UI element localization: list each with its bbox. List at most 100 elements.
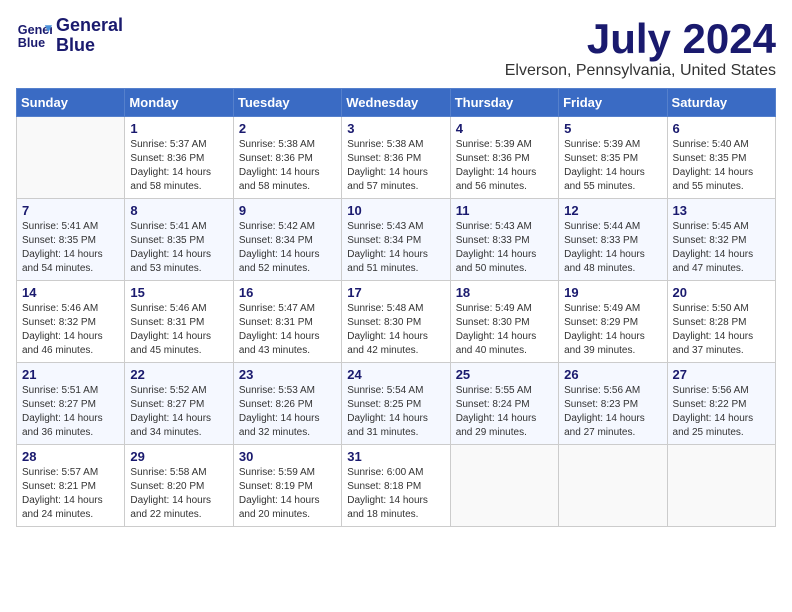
day-info: Sunrise: 5:45 AM Sunset: 8:32 PM Dayligh… [673, 220, 770, 276]
calendar-cell: 6 Sunrise: 5:40 AM Sunset: 8:35 PM Daylig… [667, 117, 775, 199]
calendar-cell: 8Sunrise: 5:41 AM Sunset: 8:35 PM Daylig… [125, 199, 233, 281]
header: General Blue General Blue July 2024 Elve… [16, 16, 776, 80]
day-info: Sunrise: 5:44 AM Sunset: 8:33 PM Dayligh… [564, 220, 661, 276]
day-info: Sunrise: 5:56 AM Sunset: 8:23 PM Dayligh… [564, 384, 661, 440]
day-info: Sunrise: 5:47 AM Sunset: 8:31 PM Dayligh… [239, 302, 336, 358]
calendar-header-row: SundayMondayTuesdayWednesdayThursdayFrid… [17, 89, 776, 117]
day-number: 11 [456, 203, 553, 218]
day-info: Sunrise: 5:43 AM Sunset: 8:33 PM Dayligh… [456, 220, 553, 276]
calendar-cell: 29Sunrise: 5:58 AM Sunset: 8:20 PM Dayli… [125, 445, 233, 527]
day-info: Sunrise: 5:46 AM Sunset: 8:31 PM Dayligh… [130, 302, 227, 358]
day-info: Sunrise: 5:38 AM Sunset: 8:36 PM Dayligh… [347, 138, 444, 194]
calendar-cell: 18 Sunrise: 5:49 AM Sunset: 8:30 PM Dayli… [450, 281, 558, 363]
day-number: 21 [22, 367, 119, 382]
calendar-table: SundayMondayTuesdayWednesdayThursdayFrid… [16, 88, 776, 527]
day-info: Sunrise: 5:50 AM Sunset: 8:28 PM Dayligh… [673, 302, 770, 358]
calendar-body: 1Sunrise: 5:37 AM Sunset: 8:36 PM Daylig… [17, 117, 776, 527]
day-info: Sunrise: 5:49 AM Sunset: 8:29 PM Dayligh… [564, 302, 661, 358]
logo: General Blue General Blue [16, 16, 123, 56]
calendar-cell: 4 Sunrise: 5:39 AM Sunset: 8:36 PM Daylig… [450, 117, 558, 199]
day-info: Sunrise: 5:37 AM Sunset: 8:36 PM Dayligh… [130, 138, 227, 194]
calendar-cell: 11 Sunrise: 5:43 AM Sunset: 8:33 PM Dayli… [450, 199, 558, 281]
calendar-cell [559, 445, 667, 527]
calendar-cell: 5 Sunrise: 5:39 AM Sunset: 8:35 PM Daylig… [559, 117, 667, 199]
calendar-cell: 13 Sunrise: 5:45 AM Sunset: 8:32 PM Dayli… [667, 199, 775, 281]
calendar-cell: 17Sunrise: 5:48 AM Sunset: 8:30 PM Dayli… [342, 281, 450, 363]
calendar-week-3: 14Sunrise: 5:46 AM Sunset: 8:32 PM Dayli… [17, 281, 776, 363]
header-cell-monday: Monday [125, 89, 233, 117]
day-info: Sunrise: 5:40 AM Sunset: 8:35 PM Dayligh… [673, 138, 770, 194]
day-number: 7 [22, 203, 119, 218]
day-info: Sunrise: 5:57 AM Sunset: 8:21 PM Dayligh… [22, 466, 119, 522]
calendar-cell: 20Sunrise: 5:50 AM Sunset: 8:28 PM Dayli… [667, 281, 775, 363]
day-info: Sunrise: 5:52 AM Sunset: 8:27 PM Dayligh… [130, 384, 227, 440]
day-info: Sunrise: 5:42 AM Sunset: 8:34 PM Dayligh… [239, 220, 336, 276]
day-number: 5 [564, 121, 661, 136]
day-number: 22 [130, 367, 227, 382]
day-info: Sunrise: 5:39 AM Sunset: 8:35 PM Dayligh… [564, 138, 661, 194]
calendar-cell: 30Sunrise: 5:59 AM Sunset: 8:19 PM Dayli… [233, 445, 341, 527]
day-info: Sunrise: 5:49 AM Sunset: 8:30 PM Dayligh… [456, 302, 553, 358]
calendar-cell: 26 Sunrise: 5:56 AM Sunset: 8:23 PM Dayli… [559, 363, 667, 445]
day-number: 28 [22, 449, 119, 464]
day-number: 14 [22, 285, 119, 300]
day-info: Sunrise: 5:41 AM Sunset: 8:35 PM Dayligh… [130, 220, 227, 276]
day-number: 9 [239, 203, 336, 218]
header-cell-sunday: Sunday [17, 89, 125, 117]
calendar-cell: 21 Sunrise: 5:51 AM Sunset: 8:27 PM Dayli… [17, 363, 125, 445]
day-number: 31 [347, 449, 444, 464]
day-number: 18 [456, 285, 553, 300]
day-number: 26 [564, 367, 661, 382]
day-number: 15 [130, 285, 227, 300]
calendar-cell: 28 Sunrise: 5:57 AM Sunset: 8:21 PM Dayli… [17, 445, 125, 527]
calendar-cell: 31 Sunrise: 6:00 AM Sunset: 8:18 PM Dayli… [342, 445, 450, 527]
svg-text:Blue: Blue [18, 36, 45, 50]
day-number: 6 [673, 121, 770, 136]
header-cell-tuesday: Tuesday [233, 89, 341, 117]
day-info: Sunrise: 5:43 AM Sunset: 8:34 PM Dayligh… [347, 220, 444, 276]
day-info: Sunrise: 5:38 AM Sunset: 8:36 PM Dayligh… [239, 138, 336, 194]
day-number: 13 [673, 203, 770, 218]
day-info: Sunrise: 5:56 AM Sunset: 8:22 PM Dayligh… [673, 384, 770, 440]
calendar-cell: 22 Sunrise: 5:52 AM Sunset: 8:27 PM Dayli… [125, 363, 233, 445]
header-cell-saturday: Saturday [667, 89, 775, 117]
calendar-week-2: 7 Sunrise: 5:41 AM Sunset: 8:35 PM Daylig… [17, 199, 776, 281]
location-title: Elverson, Pennsylvania, United States [505, 62, 776, 80]
day-number: 19 [564, 285, 661, 300]
logo-text: General Blue [56, 16, 123, 56]
calendar-cell: 12 Sunrise: 5:44 AM Sunset: 8:33 PM Dayli… [559, 199, 667, 281]
day-info: Sunrise: 5:53 AM Sunset: 8:26 PM Dayligh… [239, 384, 336, 440]
day-info: Sunrise: 6:00 AM Sunset: 8:18 PM Dayligh… [347, 466, 444, 522]
calendar-week-1: 1Sunrise: 5:37 AM Sunset: 8:36 PM Daylig… [17, 117, 776, 199]
calendar-week-5: 28 Sunrise: 5:57 AM Sunset: 8:21 PM Dayli… [17, 445, 776, 527]
calendar-cell: 24Sunrise: 5:54 AM Sunset: 8:25 PM Dayli… [342, 363, 450, 445]
day-number: 27 [673, 367, 770, 382]
calendar-cell: 15 Sunrise: 5:46 AM Sunset: 8:31 PM Dayli… [125, 281, 233, 363]
calendar-cell: 10 Sunrise: 5:43 AM Sunset: 8:34 PM Dayli… [342, 199, 450, 281]
day-number: 16 [239, 285, 336, 300]
calendar-cell: 9 Sunrise: 5:42 AM Sunset: 8:34 PM Daylig… [233, 199, 341, 281]
calendar-cell [17, 117, 125, 199]
calendar-week-4: 21 Sunrise: 5:51 AM Sunset: 8:27 PM Dayli… [17, 363, 776, 445]
calendar-cell: 1Sunrise: 5:37 AM Sunset: 8:36 PM Daylig… [125, 117, 233, 199]
day-info: Sunrise: 5:58 AM Sunset: 8:20 PM Dayligh… [130, 466, 227, 522]
calendar-cell: 3 Sunrise: 5:38 AM Sunset: 8:36 PM Daylig… [342, 117, 450, 199]
day-info: Sunrise: 5:59 AM Sunset: 8:19 PM Dayligh… [239, 466, 336, 522]
logo-icon: General Blue [16, 18, 52, 54]
day-info: Sunrise: 5:51 AM Sunset: 8:27 PM Dayligh… [22, 384, 119, 440]
day-info: Sunrise: 5:55 AM Sunset: 8:24 PM Dayligh… [456, 384, 553, 440]
calendar-cell [667, 445, 775, 527]
calendar-cell: 16 Sunrise: 5:47 AM Sunset: 8:31 PM Dayli… [233, 281, 341, 363]
calendar-cell [450, 445, 558, 527]
day-number: 10 [347, 203, 444, 218]
calendar-cell: 23Sunrise: 5:53 AM Sunset: 8:26 PM Dayli… [233, 363, 341, 445]
calendar-cell: 14Sunrise: 5:46 AM Sunset: 8:32 PM Dayli… [17, 281, 125, 363]
day-info: Sunrise: 5:39 AM Sunset: 8:36 PM Dayligh… [456, 138, 553, 194]
calendar-cell: 27 Sunrise: 5:56 AM Sunset: 8:22 PM Dayli… [667, 363, 775, 445]
calendar-cell: 25Sunrise: 5:55 AM Sunset: 8:24 PM Dayli… [450, 363, 558, 445]
day-number: 4 [456, 121, 553, 136]
day-info: Sunrise: 5:41 AM Sunset: 8:35 PM Dayligh… [22, 220, 119, 276]
day-number: 12 [564, 203, 661, 218]
month-title: July 2024 [505, 16, 776, 62]
day-number: 3 [347, 121, 444, 136]
